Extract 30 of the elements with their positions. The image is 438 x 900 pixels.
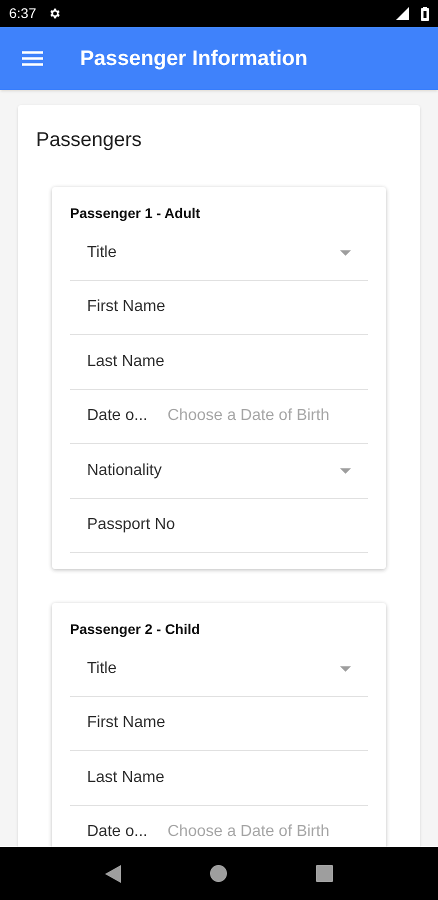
menu-icon xyxy=(22,51,42,66)
back-button[interactable] xyxy=(104,864,121,882)
text-field[interactable]: Last Name xyxy=(70,751,368,806)
home-button[interactable] xyxy=(210,865,227,882)
signal-icon xyxy=(396,7,409,20)
field-label: Date o... xyxy=(87,406,148,426)
text-field[interactable]: First Name xyxy=(70,696,368,751)
passenger-heading: Passenger 2 - Child xyxy=(70,620,201,639)
dropdown-field[interactable]: Title xyxy=(70,226,368,280)
field-label: Date o... xyxy=(87,822,148,842)
text-field[interactable]: Passport No xyxy=(70,498,368,553)
gear-icon xyxy=(48,7,62,20)
recents-button[interactable] xyxy=(316,865,334,882)
caret-icon xyxy=(340,666,351,672)
battery-icon xyxy=(421,6,429,20)
text-field[interactable]: First Name xyxy=(70,280,368,335)
home-icon xyxy=(210,865,227,882)
caret-icon xyxy=(340,468,351,474)
passenger-heading: Passenger 1 - Adult xyxy=(70,204,202,223)
dropdown-field[interactable]: Title xyxy=(70,642,368,696)
dropdown-field[interactable]: Nationality xyxy=(70,444,368,498)
caret-icon xyxy=(340,250,351,256)
date-field[interactable]: Choose a Date of Birth xyxy=(167,404,351,428)
recents-icon xyxy=(316,865,334,882)
date-field[interactable]: Choose a Date of Birth xyxy=(167,820,351,844)
section-title: Passengers xyxy=(36,128,143,153)
back-icon xyxy=(104,864,121,882)
text-field[interactable]: Last Name xyxy=(70,335,368,390)
status-time: 6:37 xyxy=(9,4,36,23)
app-title: Passenger Information xyxy=(80,46,308,72)
